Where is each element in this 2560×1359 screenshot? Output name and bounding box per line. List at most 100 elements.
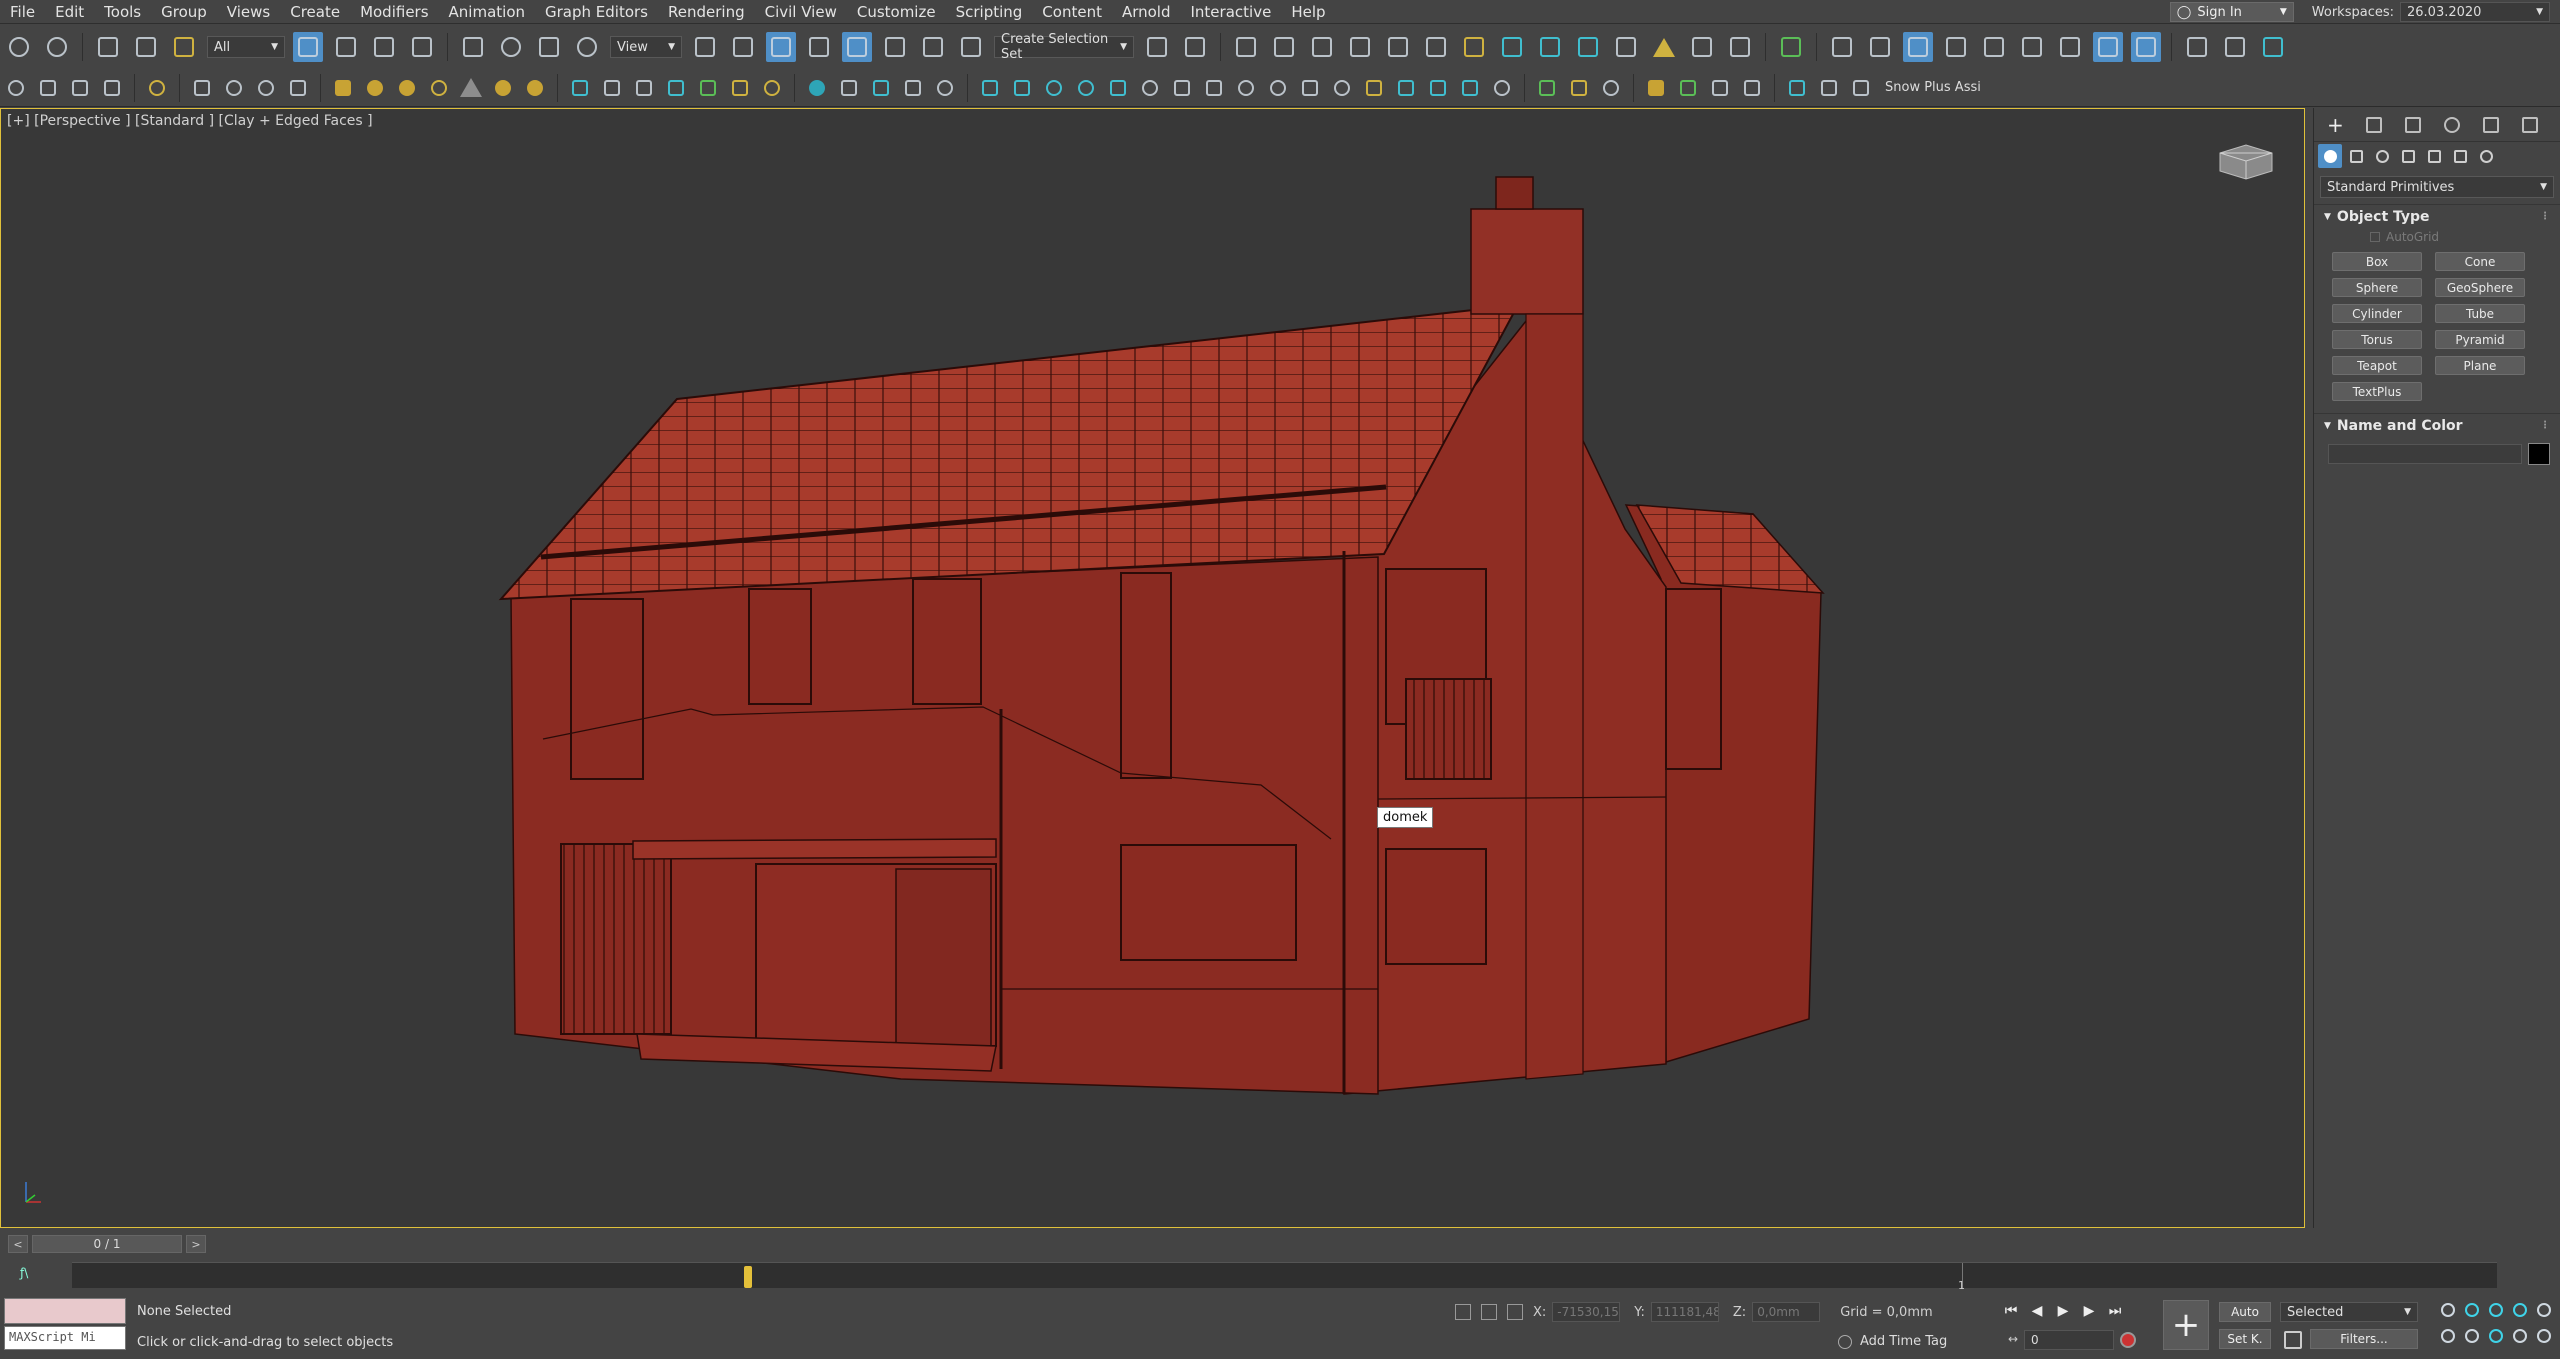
- viewport-layout-icon[interactable]: [2534, 1326, 2554, 1346]
- z-coordinate-field[interactable]: 0,0mm: [1752, 1302, 1821, 1322]
- scene-explorer-icon[interactable]: [1231, 32, 1261, 62]
- spinner-snap-icon[interactable]: [918, 32, 948, 62]
- menu-group[interactable]: Group: [151, 0, 217, 24]
- geometry-icon[interactable]: [2318, 144, 2342, 168]
- orbit-icon[interactable]: [2486, 1326, 2506, 1346]
- select-object-icon[interactable]: [293, 32, 323, 62]
- menu-modifiers[interactable]: Modifiers: [350, 0, 438, 24]
- perspective-viewport[interactable]: [+] [Perspective ] [Standard ] [Clay + E…: [0, 108, 2305, 1228]
- mesh-icon[interactable]: [189, 75, 215, 101]
- time-prev-button[interactable]: <: [8, 1235, 28, 1253]
- utilities-tab-icon[interactable]: [2515, 111, 2545, 139]
- fp-icon[interactable]: [1643, 75, 1669, 101]
- house-model[interactable]: [1, 109, 2304, 1227]
- snaps-grid-icon[interactable]: [1827, 32, 1857, 62]
- ufo-icon[interactable]: [1489, 75, 1515, 101]
- snaps-xray-icon[interactable]: [2131, 32, 2161, 62]
- previous-frame-icon[interactable]: ◀: [2024, 1300, 2050, 1322]
- ribbon-toggle-icon[interactable]: [1776, 32, 1806, 62]
- globe-alt-icon[interactable]: [1265, 75, 1291, 101]
- keyboard-shortcut-icon[interactable]: [766, 32, 796, 62]
- container-icon[interactable]: [2220, 32, 2250, 62]
- grid-frame-icon[interactable]: [1457, 75, 1483, 101]
- rendered-frame-icon[interactable]: [1497, 32, 1527, 62]
- cylinder-button[interactable]: Cylinder: [2332, 304, 2422, 323]
- go-to-start-icon[interactable]: ⏮: [1998, 1300, 2024, 1322]
- refresh-icon[interactable]: [1233, 75, 1259, 101]
- cube-icon[interactable]: [1297, 75, 1323, 101]
- select-manipulate-icon[interactable]: [728, 32, 758, 62]
- snaps-face-icon[interactable]: [2055, 32, 2085, 62]
- zoom-all-icon[interactable]: [2462, 1300, 2482, 1320]
- key-filters-icon[interactable]: [2284, 1331, 2302, 1349]
- viewport-label[interactable]: [+] [Perspective ] [Standard ] [Clay + E…: [7, 113, 373, 129]
- helpers-icon[interactable]: [2422, 144, 2446, 168]
- globe-icon[interactable]: [804, 75, 830, 101]
- tube-button[interactable]: Tube: [2435, 304, 2525, 323]
- target-icon[interactable]: [1137, 75, 1163, 101]
- selection-filter-dropdown[interactable]: All ▼: [207, 36, 285, 58]
- teapot-button[interactable]: Teapot: [2332, 356, 2422, 375]
- maxscript-mini-listener[interactable]: MAXScript Mi: [4, 1326, 126, 1350]
- select-by-name-icon[interactable]: [331, 32, 361, 62]
- flake-icon[interactable]: [663, 75, 689, 101]
- set-key-button[interactable]: Set K.: [2219, 1329, 2271, 1349]
- zoom-extents-all-icon[interactable]: [2510, 1300, 2530, 1320]
- snaps-edge-icon[interactable]: [2017, 32, 2047, 62]
- menu-views[interactable]: Views: [217, 0, 280, 24]
- leaf-icon[interactable]: [695, 75, 721, 101]
- set-key-icon[interactable]: +: [2163, 1300, 2209, 1350]
- menu-file[interactable]: File: [0, 0, 45, 24]
- disc-icon[interactable]: [522, 75, 548, 101]
- key-filter-dropdown[interactable]: Selected ▼: [2280, 1302, 2418, 1322]
- object-name-input[interactable]: [2328, 444, 2522, 464]
- tools-icon[interactable]: [1707, 75, 1733, 101]
- menu-edit[interactable]: Edit: [45, 0, 94, 24]
- scale-icon[interactable]: [534, 32, 564, 62]
- place-icon[interactable]: [572, 32, 602, 62]
- sphere-icon[interactable]: [394, 75, 420, 101]
- ribbon-icon[interactable]: [1307, 32, 1337, 62]
- redo-icon[interactable]: [42, 32, 72, 62]
- rc-icon[interactable]: [1784, 75, 1810, 101]
- render-online-icon[interactable]: [1573, 32, 1603, 62]
- tree-icon[interactable]: [1105, 75, 1131, 101]
- modify-tab-icon[interactable]: [2359, 111, 2389, 139]
- cone-icon[interactable]: [458, 75, 484, 101]
- menu-rendering[interactable]: Rendering: [658, 0, 755, 24]
- ref-coord-dropdown[interactable]: View ▼: [610, 36, 682, 58]
- layer-explorer-icon[interactable]: [1269, 32, 1299, 62]
- snow-plus-label[interactable]: Snow Plus Assi: [1885, 80, 1981, 95]
- display-tab-icon[interactable]: [2476, 111, 2506, 139]
- torus-button[interactable]: Torus: [2332, 330, 2422, 349]
- spiral-icon[interactable]: [759, 75, 785, 101]
- cone-button[interactable]: Cone: [2435, 252, 2525, 271]
- curve-editor-icon[interactable]: [1345, 32, 1375, 62]
- workspaces-dropdown[interactable]: 26.03.2020 ▼: [2400, 2, 2550, 22]
- pivot-icon[interactable]: [690, 32, 720, 62]
- object-color-swatch[interactable]: [2528, 443, 2550, 465]
- mirror-icon[interactable]: [1142, 32, 1172, 62]
- camera-alt-icon[interactable]: [1009, 75, 1035, 101]
- window-crossing-icon[interactable]: [407, 32, 437, 62]
- sphere-pair-icon[interactable]: [221, 75, 247, 101]
- tool-icon[interactable]: [1687, 32, 1717, 62]
- render-elements-icon[interactable]: [868, 75, 894, 101]
- teapot-icon[interactable]: [3, 75, 29, 101]
- wrench-icon[interactable]: [1816, 75, 1842, 101]
- play-icon[interactable]: ▶: [2050, 1300, 2076, 1322]
- timeline-track[interactable]: 1: [72, 1262, 2497, 1292]
- menu-help[interactable]: Help: [1281, 0, 1335, 24]
- render-icon[interactable]: [1535, 32, 1565, 62]
- snaps-endpoint-icon[interactable]: [1941, 32, 1971, 62]
- snaps-options-icon[interactable]: [2093, 32, 2123, 62]
- paint-icon[interactable]: [836, 75, 862, 101]
- name-color-rollout[interactable]: ▼ Name and Color ⋮: [2314, 413, 2560, 437]
- menu-scripting[interactable]: Scripting: [946, 0, 1033, 24]
- menu-interactive[interactable]: Interactive: [1181, 0, 1282, 24]
- unlink-icon[interactable]: [131, 32, 161, 62]
- link-icon[interactable]: [93, 32, 123, 62]
- dome-icon[interactable]: [362, 75, 388, 101]
- x-coordinate-field[interactable]: -71530,156: [1552, 1302, 1621, 1322]
- hierarchy-tab-icon[interactable]: [2398, 111, 2428, 139]
